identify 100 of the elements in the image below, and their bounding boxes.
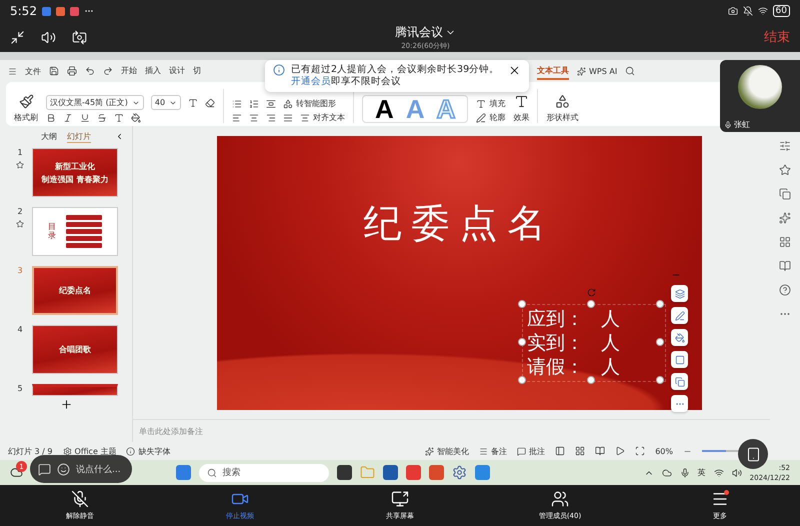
shape-style-icon[interactable] — [554, 94, 570, 109]
slide-canvas[interactable]: 纪委点名 应到： 人 实到： 人 请假： 人 — [217, 136, 702, 410]
ribbon-tab[interactable]: 切 — [193, 62, 201, 80]
copy-tool[interactable] — [671, 373, 688, 390]
text-effect-icon[interactable] — [514, 94, 529, 109]
redo-icon[interactable] — [103, 66, 113, 76]
search-icon[interactable] — [625, 66, 636, 76]
book-icon[interactable] — [779, 260, 791, 272]
wifi-icon[interactable] — [714, 468, 724, 478]
resize-handle[interactable] — [518, 300, 526, 308]
star-icon[interactable] — [779, 164, 791, 176]
zoom-level[interactable]: 60% — [655, 446, 673, 456]
slide-thumbnail[interactable] — [32, 384, 118, 396]
font-size-select[interactable]: 40 — [150, 95, 182, 110]
speaker-icon[interactable] — [732, 468, 742, 478]
reading-view-icon[interactable] — [595, 446, 606, 456]
more-tool[interactable] — [671, 395, 688, 412]
undo-icon[interactable] — [85, 66, 95, 76]
border-tool[interactable] — [671, 351, 688, 368]
end-meeting-button[interactable]: 结束 — [764, 28, 790, 46]
video-tile[interactable]: 张虹 — [720, 60, 800, 132]
minimize-icon[interactable] — [10, 30, 25, 44]
resize-handle[interactable] — [656, 338, 664, 346]
align-right-icon[interactable] — [266, 112, 276, 122]
outline-label[interactable]: 轮廓 — [489, 112, 506, 123]
ribbon-tab[interactable]: 开始 — [121, 62, 137, 80]
add-slide-icon[interactable] — [60, 398, 72, 411]
align-center-icon[interactable] — [249, 112, 260, 122]
cloud-icon[interactable] — [662, 468, 672, 478]
file-menu[interactable]: 文件 — [25, 66, 41, 76]
justify-icon[interactable] — [283, 112, 294, 122]
font-select[interactable]: 汉仪文黑-45简 (正文) — [46, 95, 144, 110]
slide-thumbnail[interactable]: 新型工业化 制造强国 青春聚力 — [32, 148, 118, 197]
taskbar-search[interactable]: 搜索 — [199, 464, 330, 482]
numbered-list-icon[interactable] — [249, 98, 260, 108]
app-icon[interactable] — [337, 465, 352, 480]
input-language[interactable]: 英 — [698, 467, 706, 478]
resize-handle[interactable] — [587, 376, 595, 384]
app-icon[interactable] — [383, 465, 398, 480]
effect-label[interactable]: 效果 — [513, 112, 530, 123]
ribbon-tab[interactable]: 设计 — [169, 62, 185, 80]
gear-icon[interactable] — [452, 465, 468, 480]
collapse-icon[interactable] — [115, 132, 124, 141]
smart-graphic-label[interactable]: 转智能图形 — [296, 98, 336, 109]
panel-tab[interactable]: 幻灯片 — [67, 131, 91, 143]
missing-font-label[interactable]: 缺失字体 — [138, 446, 170, 456]
underline-icon[interactable] — [80, 113, 90, 123]
layer-tool[interactable] — [671, 285, 688, 302]
grid-view-icon[interactable] — [575, 446, 586, 456]
sliders-icon[interactable] — [779, 140, 791, 152]
panel-tab[interactable]: 大纲 — [41, 131, 57, 143]
align-text-label[interactable]: 对齐文本 — [313, 112, 346, 123]
notes-toggle[interactable]: 备注 — [491, 446, 508, 456]
membership-link[interactable]: 开通会员 — [291, 76, 331, 87]
camera-switch-icon[interactable] — [72, 30, 87, 44]
start-icon[interactable] — [176, 465, 192, 480]
text-style-preset[interactable]: A — [375, 96, 394, 122]
slide-thumbnail[interactable]: 合唱团歌 — [32, 325, 118, 374]
eraser-icon[interactable] — [205, 98, 216, 108]
format-painter-icon[interactable] — [18, 94, 34, 109]
print-icon[interactable] — [67, 66, 77, 76]
ribbon-tab[interactable]: 插入 — [145, 62, 161, 80]
close-icon[interactable] — [508, 64, 521, 77]
speaker-icon[interactable] — [41, 30, 56, 44]
bold-icon[interactable] — [46, 113, 56, 123]
resize-handle[interactable] — [518, 338, 526, 346]
resize-handle[interactable] — [518, 376, 526, 384]
align-left-icon[interactable] — [232, 112, 242, 122]
normal-view-icon[interactable] — [555, 446, 566, 456]
ai-menu[interactable]: WPS AI — [589, 66, 618, 76]
resize-handle[interactable] — [656, 376, 664, 384]
sparkle-icon[interactable] — [779, 212, 791, 224]
italic-icon[interactable] — [63, 113, 73, 123]
fill-label[interactable]: 填充 — [489, 98, 506, 109]
slide-thumbnail[interactable]: 目录 — [32, 207, 118, 256]
comments-toggle[interactable]: 批注 — [529, 446, 546, 456]
shape-style-label[interactable]: 形状样式 — [546, 112, 578, 123]
resize-handle[interactable] — [587, 300, 595, 308]
save-icon[interactable] — [49, 66, 59, 76]
help-icon[interactable] — [779, 284, 791, 296]
format-painter-label[interactable]: 格式刷 — [14, 112, 38, 123]
beautify-menu[interactable]: 智能美化 — [437, 446, 470, 456]
pen-tool[interactable] — [671, 307, 688, 324]
bullet-list-icon[interactable] — [232, 98, 242, 108]
theme-name[interactable]: Office 主题 — [74, 446, 116, 456]
rotate-icon[interactable] — [587, 288, 596, 297]
play-icon[interactable] — [615, 446, 626, 456]
fill-tool[interactable] — [671, 329, 688, 346]
slide-thumbnail[interactable]: 纪委点名 — [32, 266, 118, 315]
fit-icon[interactable] — [635, 446, 646, 456]
line-spacing-icon[interactable] — [266, 98, 276, 108]
ribbon-tab[interactable]: 文本工具 — [537, 62, 569, 80]
strikethrough-icon[interactable] — [97, 113, 107, 123]
font-color-icon[interactable] — [114, 113, 124, 123]
resize-handle[interactable] — [656, 300, 664, 308]
microphone-icon[interactable] — [680, 468, 690, 478]
menu-icon[interactable] — [8, 66, 17, 76]
meeting-title[interactable]: 腾讯会议 — [395, 24, 443, 40]
copy-icon[interactable] — [779, 188, 791, 200]
grid-icon[interactable] — [779, 236, 791, 248]
